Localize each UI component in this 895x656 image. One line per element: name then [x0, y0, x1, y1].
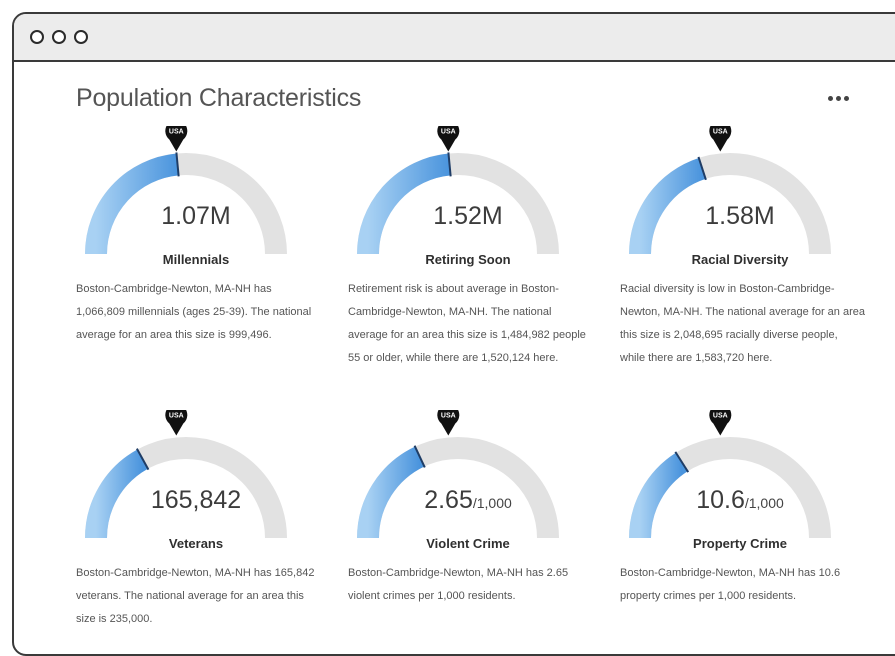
metric-value-number: 1.58M — [705, 202, 775, 230]
metric-value-unit: /1,000 — [744, 495, 784, 511]
metric-description: Boston-Cambridge-Newton, MA-NH has 10.6 … — [620, 567, 841, 602]
more-options-icon[interactable] — [824, 92, 853, 105]
usa-marker-icon: USA — [437, 410, 460, 436]
metric-description: Boston-Cambridge-Newton, MA-NH has 2.65 … — [348, 567, 569, 602]
usa-marker-label: USA — [169, 128, 184, 135]
metric-value-number: 1.52M — [433, 202, 503, 230]
page-title: Population Characteristics — [76, 84, 362, 112]
metric-description: Boston-Cambridge-Newton, MA-NH has 1,066… — [76, 283, 312, 341]
metric-label: Racial Diversity — [691, 252, 789, 267]
gauge-chart: USA — [629, 410, 831, 539]
metric-value-number: 2.65 — [424, 486, 473, 514]
gauge-chart: USA — [85, 410, 287, 539]
metric-description: Boston-Cambridge-Newton, MA-NH has 165,8… — [76, 567, 315, 625]
metric-description: Racial diversity is low in Boston-Cambri… — [620, 283, 865, 364]
usa-marker-icon: USA — [437, 126, 460, 152]
metric-value: 10.6/1,000 — [620, 486, 860, 515]
gauge-chart: USA — [85, 126, 287, 255]
window-minimize-button[interactable] — [52, 30, 66, 44]
metric-label: Millennials — [162, 252, 230, 267]
metric-label: Violent Crime — [426, 536, 510, 551]
usa-marker-icon: USA — [709, 410, 732, 436]
gauge-chart: USA — [629, 126, 831, 255]
metric-label: Veterans — [168, 536, 224, 551]
usa-marker-label: USA — [169, 412, 184, 419]
metric-description: Retirement risk is about average in Bost… — [348, 283, 586, 364]
metric-value-number: 10.6 — [696, 486, 745, 514]
gauge-chart: USA — [357, 410, 559, 539]
metric-value: 1.07M — [76, 202, 316, 231]
window-close-button[interactable] — [30, 30, 44, 44]
metric-label: Retiring Soon — [425, 252, 511, 267]
browser-window: Population Characteristics USA 1.07M Mille… — [12, 12, 895, 656]
metric-value: 1.58M — [620, 202, 860, 231]
window-maximize-button[interactable] — [74, 30, 88, 44]
metric-value: 165,842 — [76, 486, 316, 515]
metric-value: 1.52M — [348, 202, 588, 231]
window-titlebar — [14, 14, 895, 62]
metric-value-number: 1.07M — [161, 202, 231, 230]
metric-value-unit: /1,000 — [472, 495, 512, 511]
usa-marker-label: USA — [441, 128, 456, 135]
usa-marker-label: USA — [713, 128, 728, 135]
usa-marker-label: USA — [441, 412, 456, 419]
gauge-chart: USA — [357, 126, 559, 255]
metric-value-number: 165,842 — [150, 486, 242, 514]
metric-label: Property Crime — [693, 536, 787, 551]
usa-marker-icon: USA — [165, 126, 188, 152]
usa-marker-icon: USA — [165, 410, 188, 436]
usa-marker-label: USA — [713, 412, 728, 419]
usa-marker-icon: USA — [709, 126, 732, 152]
metric-value: 2.65/1,000 — [348, 486, 588, 515]
